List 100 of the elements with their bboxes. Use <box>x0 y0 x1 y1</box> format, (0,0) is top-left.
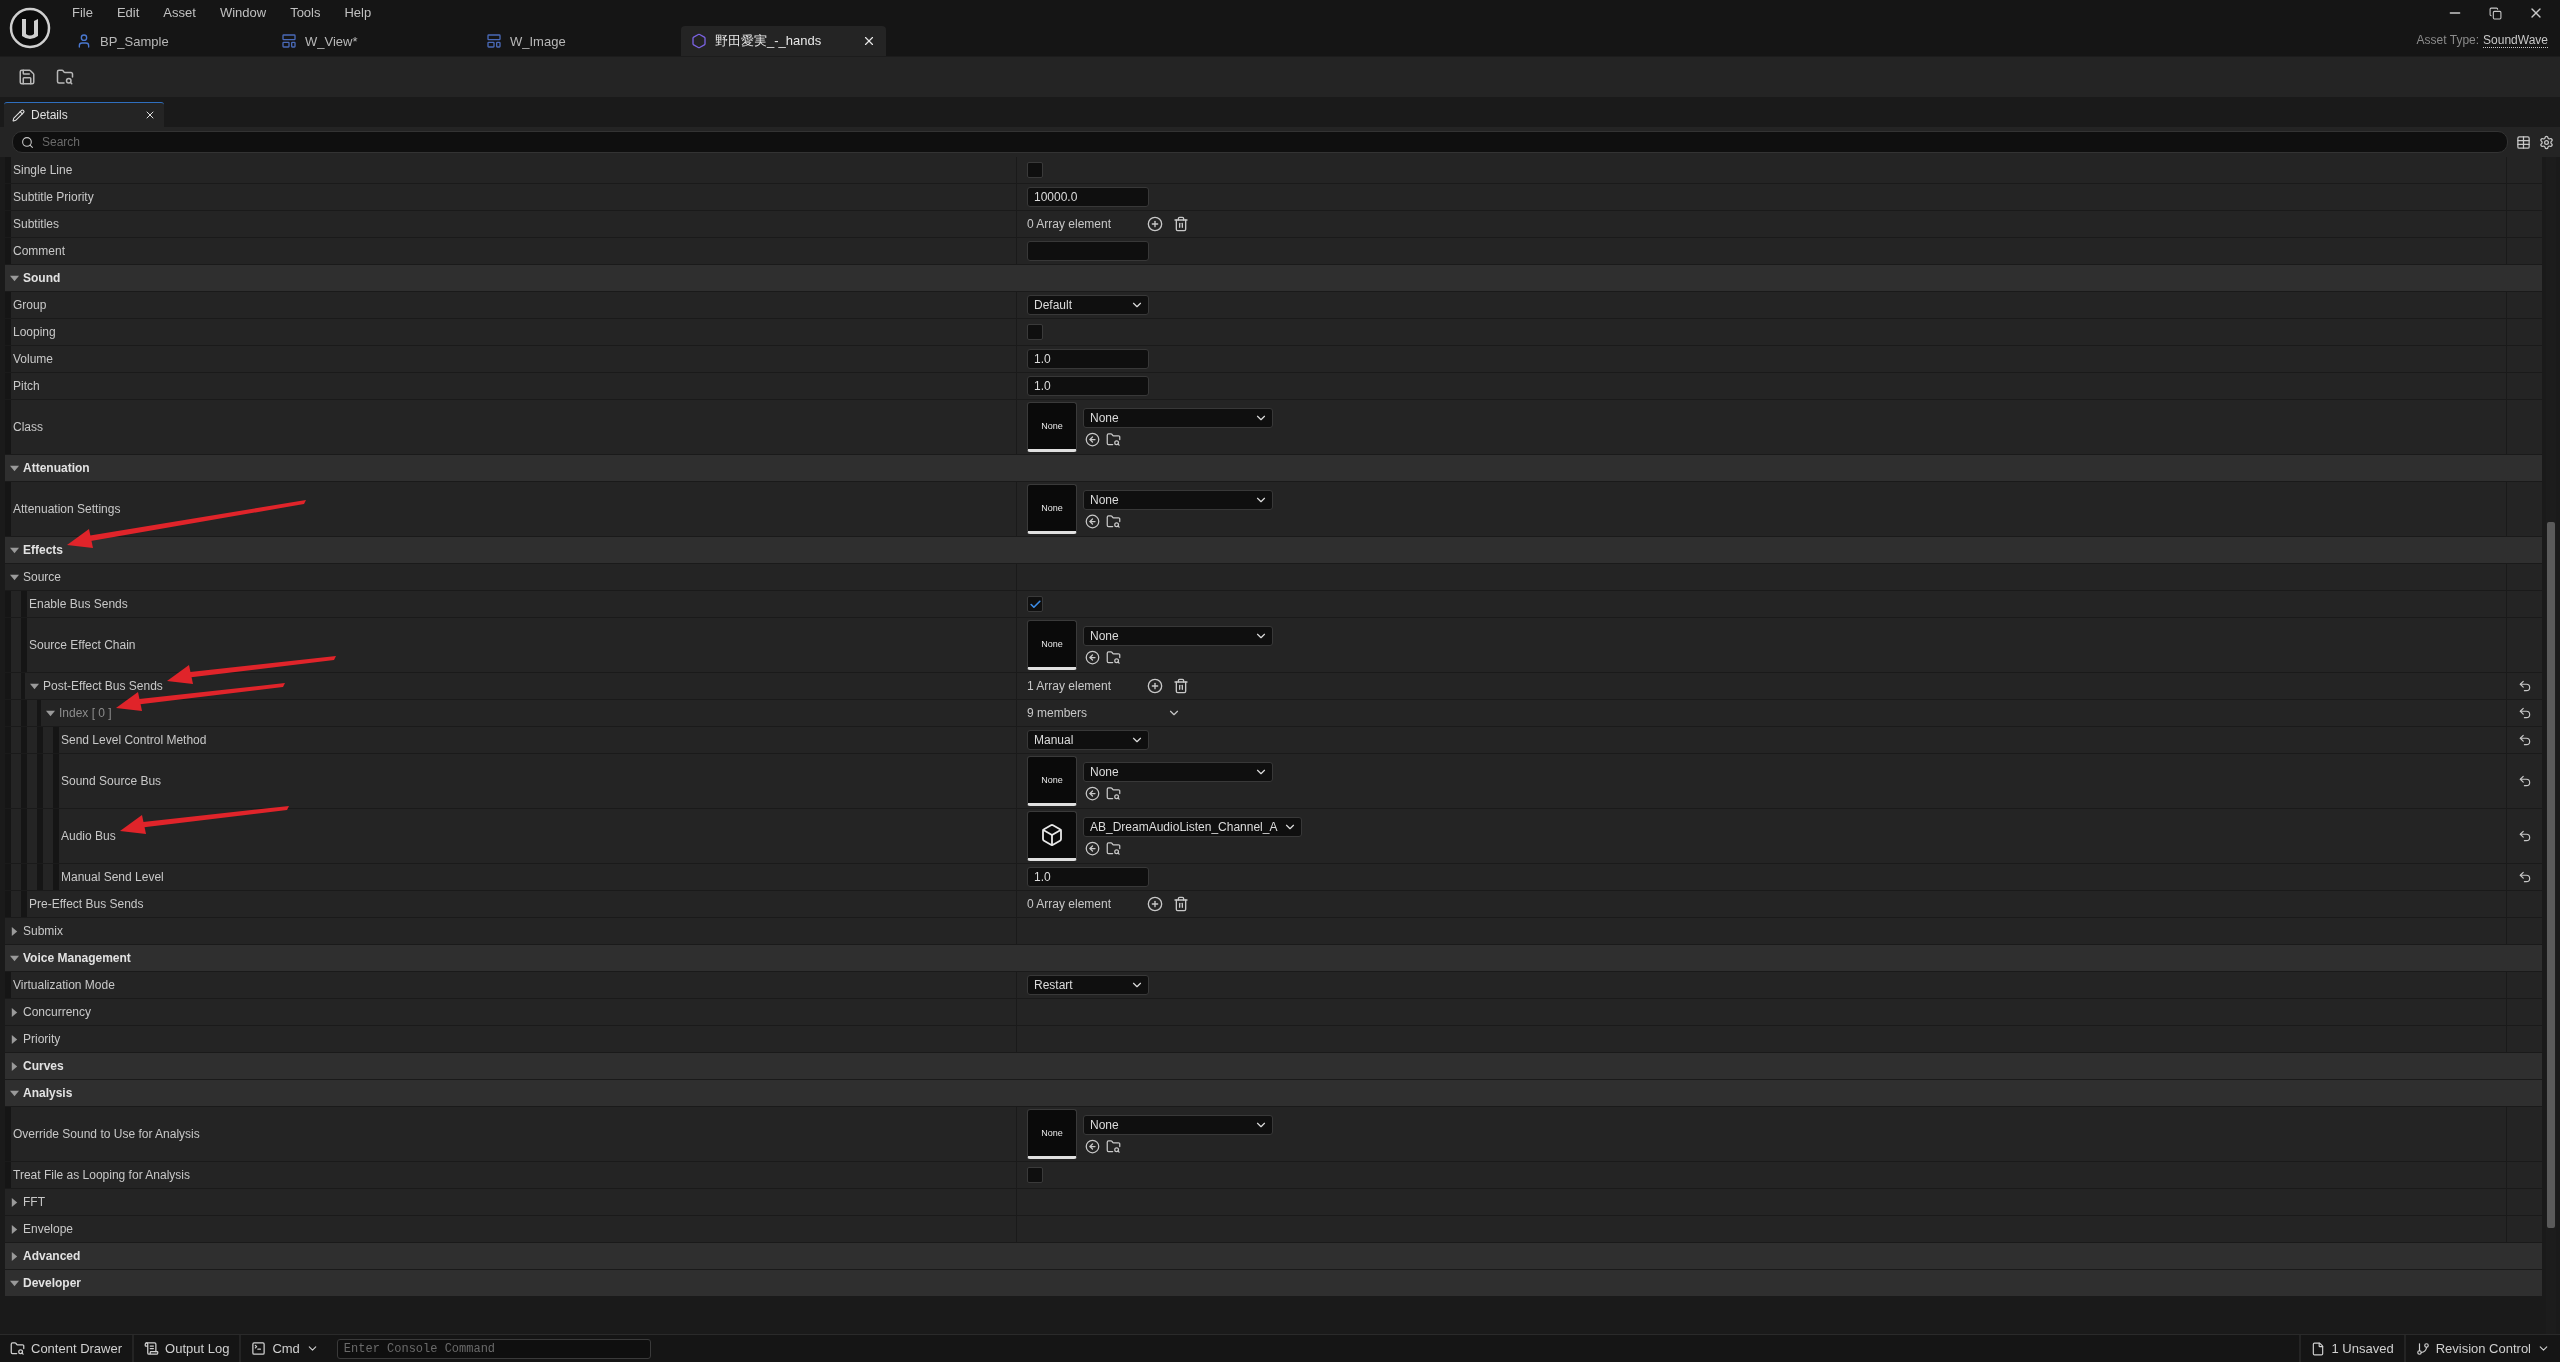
browse-folder-icon[interactable] <box>1106 431 1121 447</box>
asset-type-label: Asset Type: <box>2416 33 2480 47</box>
delete-button[interactable] <box>1173 216 1189 232</box>
menu-item[interactable]: Asset <box>155 2 204 22</box>
use-selected-icon[interactable] <box>1085 649 1100 665</box>
browse-folder-icon[interactable] <box>1106 1138 1121 1154</box>
category-label: Attenuation <box>23 461 90 475</box>
browse-folder-icon[interactable] <box>1106 513 1121 529</box>
checkbox[interactable] <box>1027 1167 1043 1183</box>
property-label: Subtitle Priority <box>13 190 94 204</box>
add-element-button[interactable] <box>1147 896 1163 912</box>
browse-folder-icon[interactable] <box>1106 649 1121 665</box>
browse-folder-icon[interactable] <box>1106 840 1121 856</box>
number-field[interactable]: 1.0 <box>1027 867 1149 887</box>
asset-dropdown[interactable]: None <box>1083 1114 1273 1135</box>
collapsed-triangle-icon <box>9 1224 19 1234</box>
dropdown[interactable]: Manual <box>1027 730 1149 750</box>
menu-item[interactable]: Help <box>336 2 380 22</box>
property-label: Looping <box>13 325 56 339</box>
add-element-button[interactable] <box>1147 678 1163 694</box>
menu-item[interactable]: Tools <box>282 2 329 22</box>
delete-button[interactable] <box>1173 678 1189 694</box>
browse-folder-icon[interactable] <box>1106 785 1121 801</box>
reset-icon[interactable] <box>2517 829 2532 843</box>
array-count: 0 Array element <box>1027 217 1113 231</box>
asset-thumbnail: None <box>1027 1109 1077 1159</box>
asset-thumbnail: None <box>1027 756 1077 806</box>
property-label: Group <box>13 298 47 312</box>
reset-icon[interactable] <box>2517 706 2532 720</box>
table-icon[interactable] <box>2516 134 2531 150</box>
content-drawer-button[interactable]: Content Drawer <box>0 1335 135 1362</box>
menu-item[interactable]: File <box>64 2 101 22</box>
add-element-button[interactable] <box>1147 216 1163 232</box>
property-label: Override Sound to Use for Analysis <box>13 1127 200 1141</box>
console-input[interactable]: Enter Console Command <box>336 1338 651 1359</box>
use-selected-icon[interactable] <box>1085 840 1100 856</box>
indent-guide <box>5 482 13 536</box>
asset-dropdown[interactable]: None <box>1083 761 1273 782</box>
document-tab[interactable]: W_View* <box>271 26 476 56</box>
reset-icon[interactable] <box>2517 733 2532 747</box>
revision-control-button[interactable]: Revision Control <box>2405 1335 2560 1362</box>
close-icon[interactable] <box>144 109 156 121</box>
number-field[interactable]: 1.0 <box>1027 349 1149 369</box>
reset-icon[interactable] <box>2517 870 2532 884</box>
use-selected-icon[interactable] <box>1085 513 1100 529</box>
details-tab[interactable]: Details <box>4 102 164 127</box>
asset-thumbnail: None <box>1027 402 1077 452</box>
use-selected-icon[interactable] <box>1085 785 1100 801</box>
search-icon <box>21 135 34 149</box>
number-field[interactable]: 10000.0 <box>1027 187 1149 207</box>
expanded-triangle-icon <box>9 953 19 963</box>
use-selected-icon[interactable] <box>1085 1138 1100 1154</box>
dropdown[interactable]: Restart <box>1027 975 1149 995</box>
number-field[interactable]: 1.0 <box>1027 376 1149 396</box>
category-label: Sound <box>23 271 61 285</box>
expanded-triangle-icon <box>9 572 19 582</box>
array-count: 0 Array element <box>1027 897 1113 911</box>
category-label: Analysis <box>23 1086 73 1100</box>
reset-icon[interactable] <box>2517 774 2532 788</box>
asset-thumbnail: None <box>1027 484 1077 534</box>
property-label: Sound Source Bus <box>61 774 162 788</box>
property-label: Manual Send Level <box>61 870 164 884</box>
category-label: Advanced <box>23 1249 81 1263</box>
asset-dropdown[interactable]: None <box>1083 625 1273 646</box>
members-dropdown[interactable]: 9 members <box>1027 706 1182 720</box>
reset-icon[interactable] <box>2517 679 2532 693</box>
unsaved-button[interactable]: 1 Unsaved <box>2299 1335 2406 1362</box>
checkbox[interactable] <box>1027 324 1043 340</box>
asset-dropdown[interactable]: None <box>1083 489 1273 510</box>
search-field[interactable]: Search <box>12 131 2508 153</box>
delete-button[interactable] <box>1173 896 1189 912</box>
property-label: Subtitles <box>13 217 60 231</box>
category-label: Effects <box>23 543 63 557</box>
checkbox[interactable] <box>1027 596 1043 612</box>
settings-icon[interactable] <box>2539 134 2554 150</box>
use-selected-icon[interactable] <box>1085 431 1100 447</box>
collapsed-triangle-icon <box>9 1034 19 1044</box>
expanded-triangle-icon <box>9 273 19 283</box>
cmd-dropdown[interactable]: Cmd <box>241 1335 329 1362</box>
text-field[interactable] <box>1027 241 1149 261</box>
output-log-button[interactable]: Output Log <box>134 1335 242 1362</box>
close-icon[interactable] <box>862 34 876 48</box>
menu-item[interactable]: Edit <box>108 2 148 22</box>
menu-item[interactable]: Window <box>211 2 275 22</box>
property-label: Source <box>23 570 62 584</box>
document-tab[interactable]: BP_Sample <box>66 26 271 56</box>
terminal-icon <box>251 1341 267 1356</box>
indent-guide <box>5 972 13 998</box>
asset-type-link[interactable]: SoundWave <box>2483 32 2548 48</box>
document-tab[interactable]: W_Image <box>476 26 681 56</box>
asset-dropdown[interactable]: None <box>1083 407 1273 428</box>
dropdown[interactable]: Default <box>1027 295 1149 315</box>
checkbox[interactable] <box>1027 162 1043 178</box>
asset-dropdown[interactable]: AB_DreamAudioListen_Channel_A <box>1083 816 1303 837</box>
scroll-icon <box>144 1341 160 1356</box>
property-label: Comment <box>13 244 65 258</box>
property-label: Treat File as Looping for Analysis <box>13 1168 190 1182</box>
category-label: Developer <box>23 1276 82 1290</box>
restore-icon[interactable] <box>2489 6 2502 20</box>
document-tab[interactable]: 野田愛実_-_hands <box>681 26 886 56</box>
